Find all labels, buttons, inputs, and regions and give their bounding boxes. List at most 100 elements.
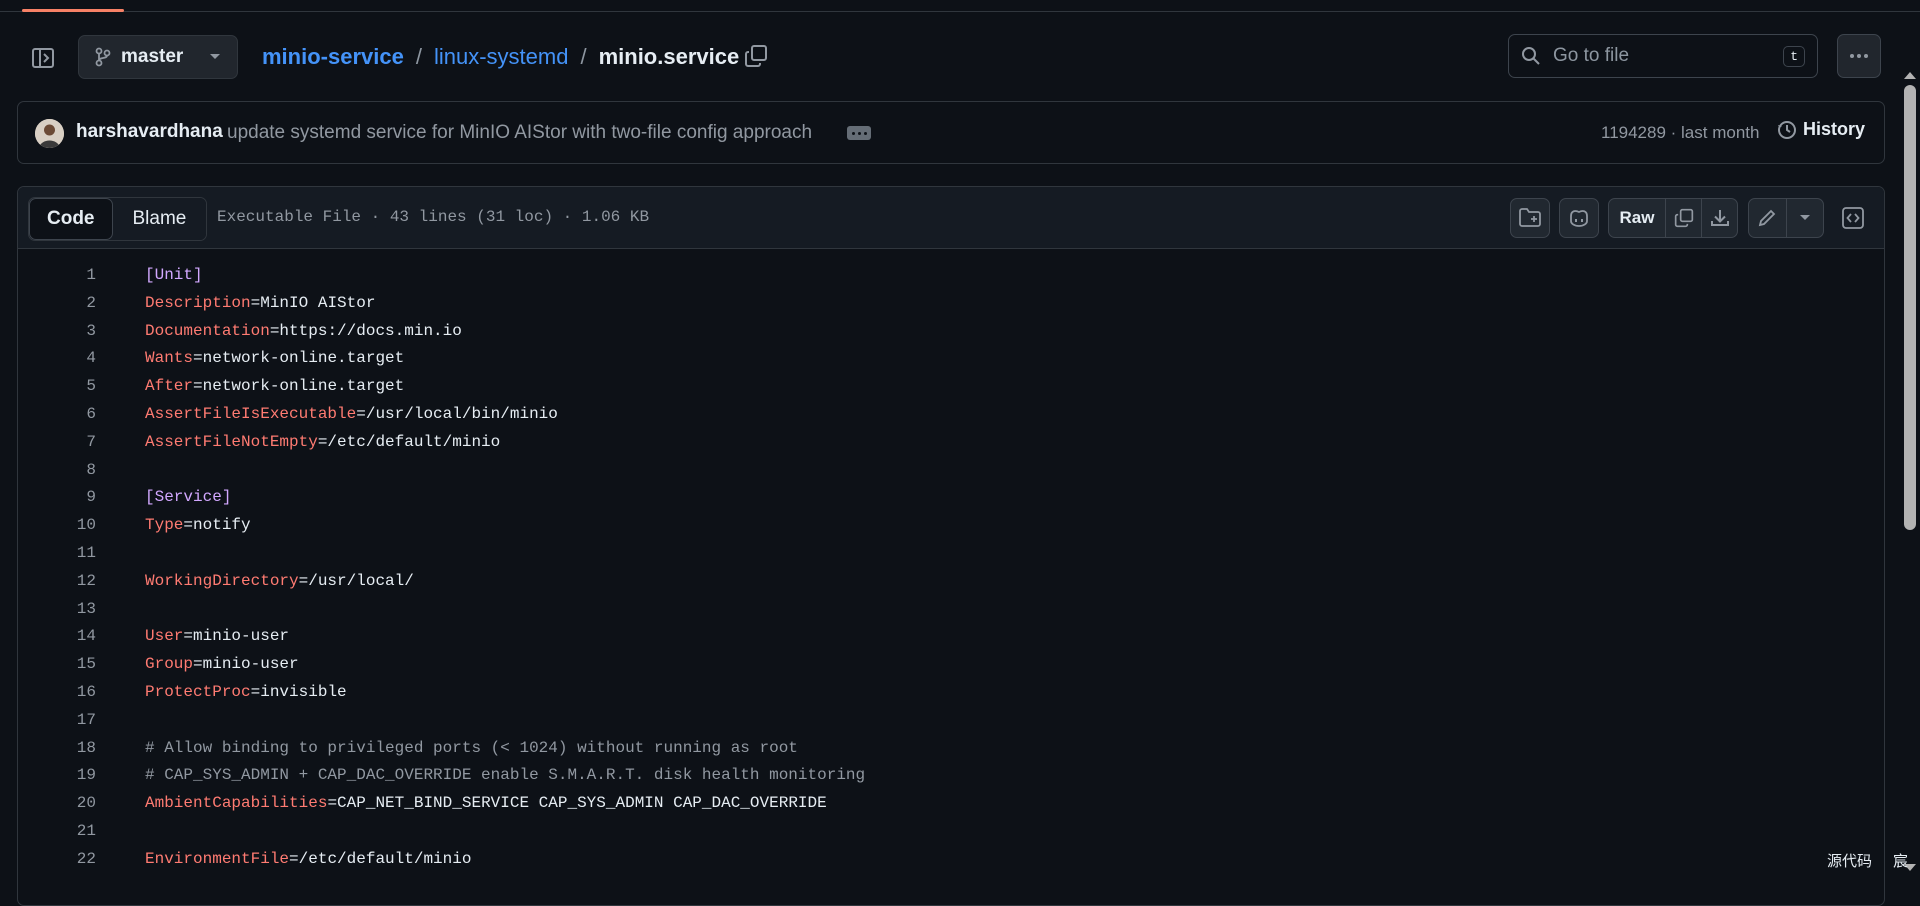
- sidebar-toggle-button[interactable]: [22, 40, 64, 76]
- edit-file-button[interactable]: [1749, 199, 1786, 237]
- code-view: 1 [Unit] 2 Description=MinIO AIStor 3 Documen…: [18, 262, 1884, 874]
- download-icon: [1710, 210, 1729, 226]
- line-number[interactable]: 12: [18, 572, 96, 590]
- git-branch-icon: [95, 47, 111, 67]
- token-key: After: [145, 377, 194, 396]
- code-line: 17: [18, 707, 1884, 735]
- scrollbar-thumb[interactable]: [1904, 85, 1916, 530]
- line-number[interactable]: 4: [18, 349, 96, 367]
- triangle-down-icon: [1799, 215, 1810, 220]
- token-key: AmbientCapabilities: [145, 794, 328, 813]
- token-key: Documentation: [145, 321, 270, 340]
- token-key: User: [145, 627, 184, 646]
- line-number[interactable]: 5: [18, 377, 96, 395]
- token-val: =https://docs.min.io: [269, 321, 462, 340]
- token-val: =network-online.target: [193, 377, 405, 396]
- code-line: 18 # Allow binding to privileged ports (<…: [18, 735, 1884, 763]
- code-line: 19 # CAP_SYS_ADMIN + CAP_DAC_OVERRIDE ena…: [18, 762, 1884, 790]
- view-source-button[interactable]: 源代码: [1827, 850, 1873, 871]
- line-number[interactable]: 10: [18, 516, 96, 534]
- copy-raw-button[interactable]: [1665, 199, 1701, 237]
- history-button[interactable]: History: [1777, 119, 1865, 140]
- file-header: master minio-service / linux-systemd / m…: [0, 30, 1920, 86]
- tab-blame[interactable]: Blame: [112, 198, 207, 240]
- code-square-icon: [1842, 207, 1864, 229]
- line-number[interactable]: 3: [18, 322, 96, 340]
- more-options-button[interactable]: [1837, 34, 1881, 78]
- line-content: Documentation=https://docs.min.io: [145, 322, 462, 340]
- breadcrumb: minio-service / linux-systemd / minio.se…: [262, 44, 739, 70]
- line-number[interactable]: 14: [18, 627, 96, 645]
- sidebar-expand-icon: [32, 48, 54, 68]
- file-toolbar: Code Blame Executable File · 43 lines (3…: [18, 187, 1884, 249]
- token-val: =minio-user: [183, 627, 290, 646]
- line-number[interactable]: 20: [18, 794, 96, 812]
- line-number[interactable]: 18: [18, 739, 96, 757]
- code-line: 1 [Unit]: [18, 262, 1884, 290]
- line-number[interactable]: 19: [18, 766, 96, 784]
- kebab-horizontal-icon: [1850, 54, 1868, 58]
- line-number[interactable]: 9: [18, 488, 96, 506]
- line-number[interactable]: 7: [18, 433, 96, 451]
- pencil-icon: [1759, 209, 1776, 227]
- commit-message-link[interactable]: update systemd service for MinIO AIStor …: [227, 122, 812, 144]
- line-content: After=network-online.target: [145, 377, 404, 395]
- line-number[interactable]: 2: [18, 294, 96, 312]
- file-info: Executable File · 43 lines (31 loc) · 1.…: [217, 208, 650, 226]
- code-line: 21: [18, 818, 1884, 846]
- history-icon: [1778, 120, 1796, 139]
- branch-selector-button[interactable]: master: [78, 35, 238, 79]
- line-number[interactable]: 22: [18, 850, 96, 868]
- chevron-down-icon: [210, 54, 220, 59]
- symbols-panel-button[interactable]: [1833, 198, 1873, 238]
- token-val: =notify: [183, 516, 251, 535]
- breadcrumb-dir-link[interactable]: linux-systemd: [434, 44, 568, 70]
- token-val: =/etc/default/minio: [289, 849, 472, 868]
- line-number[interactable]: 13: [18, 600, 96, 618]
- edit-group: [1748, 198, 1824, 238]
- token-val: =network-online.target: [193, 349, 405, 368]
- commit-author-link[interactable]: harshavardhana: [76, 121, 223, 143]
- go-to-file-placeholder: Go to file: [1553, 45, 1630, 66]
- active-tab-indicator: [22, 9, 124, 12]
- overlay-extra-button[interactable]: 宸: [1893, 850, 1908, 871]
- line-content: Description=MinIO AIStor: [145, 294, 375, 312]
- tab-code[interactable]: Code: [29, 198, 113, 240]
- code-line: 15 Group=minio-user: [18, 651, 1884, 679]
- line-number[interactable]: 1: [18, 266, 96, 284]
- copy-icon: [745, 45, 767, 67]
- token-cmt: # Allow binding to privileged ports (< 1…: [145, 738, 798, 757]
- raw-button[interactable]: Raw: [1609, 199, 1665, 237]
- go-to-file-input[interactable]: Go to file t: [1508, 34, 1818, 78]
- raw-copy-download-group: Raw: [1608, 198, 1738, 238]
- code-line: 4 Wants=network-online.target: [18, 345, 1884, 373]
- line-content: AmbientCapabilities=CAP_NET_BIND_SERVICE…: [145, 794, 827, 812]
- token-val: =/usr/local/: [298, 571, 414, 590]
- code-line: 2 Description=MinIO AIStor: [18, 290, 1884, 318]
- view-mode-toggle: Code Blame: [28, 197, 208, 241]
- line-number[interactable]: 6: [18, 405, 96, 423]
- line-content: [Unit]: [145, 266, 203, 284]
- line-number[interactable]: 16: [18, 683, 96, 701]
- line-number[interactable]: 15: [18, 655, 96, 673]
- download-button[interactable]: [1701, 199, 1737, 237]
- code-line: 22 EnvironmentFile=/etc/default/minio: [18, 846, 1884, 874]
- breadcrumb-repo-link[interactable]: minio-service: [262, 44, 404, 70]
- line-content: User=minio-user: [145, 627, 289, 645]
- avatar[interactable]: [35, 119, 64, 148]
- copy-path-button[interactable]: [744, 44, 770, 70]
- line-number[interactable]: 8: [18, 461, 96, 479]
- copilot-button[interactable]: [1559, 198, 1599, 238]
- code-line: 8: [18, 457, 1884, 485]
- line-number[interactable]: 21: [18, 822, 96, 840]
- edit-options-dropdown[interactable]: [1785, 199, 1823, 237]
- expand-commit-button[interactable]: [847, 126, 871, 140]
- add-file-button[interactable]: [1510, 198, 1550, 238]
- commit-sha-time[interactable]: 1194289 · last month: [1601, 123, 1759, 143]
- line-number[interactable]: 11: [18, 544, 96, 562]
- line-number[interactable]: 17: [18, 711, 96, 729]
- code-line: 9 [Service]: [18, 484, 1884, 512]
- line-content: # Allow binding to privileged ports (< 1…: [145, 739, 798, 757]
- token-key: Wants: [145, 349, 194, 368]
- scroll-up-arrow[interactable]: [1904, 72, 1916, 79]
